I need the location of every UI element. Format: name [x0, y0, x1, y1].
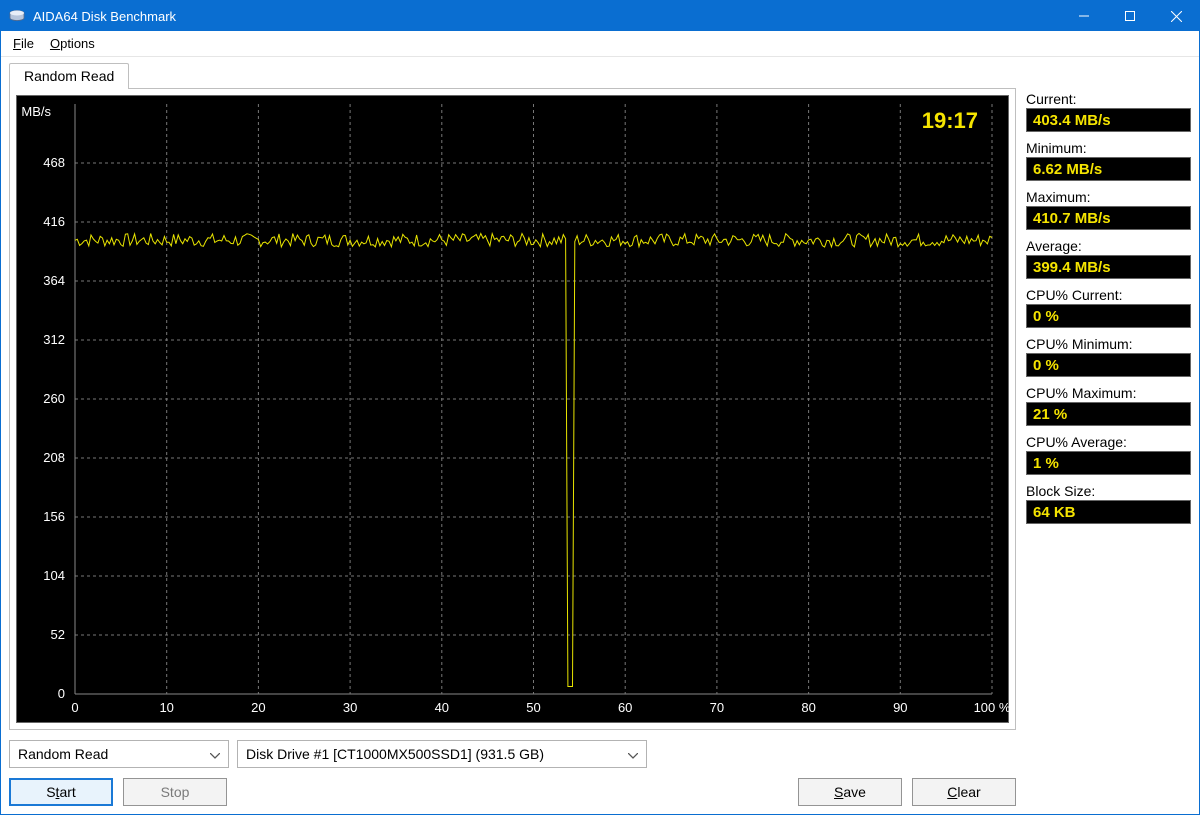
drive-value: Disk Drive #1 [CT1000MX500SSD1] (931.5 G… [246, 746, 544, 762]
chart: MB/s 0 52 104 156 208 260 312 364 416 468 0 10 20 30 40… [16, 95, 1009, 723]
svg-text:60: 60 [618, 700, 632, 715]
current-label: Current: [1026, 91, 1191, 107]
average-value: 399.4 MB/s [1026, 255, 1191, 279]
stop-label: Stop [161, 784, 190, 800]
maximum-label: Maximum: [1026, 189, 1191, 205]
clear-label: Clear [947, 784, 980, 800]
chart-timer: 19:17 [922, 108, 978, 134]
menu-options-accel: O [50, 36, 60, 51]
svg-text:30: 30 [343, 700, 357, 715]
svg-text:312: 312 [43, 332, 65, 347]
menu-options-rest: ptions [60, 36, 95, 51]
cpu-maximum-value: 21 % [1026, 402, 1191, 426]
stop-button[interactable]: Stop [123, 778, 227, 806]
svg-text:100 %: 100 % [974, 700, 1010, 715]
clear-button[interactable]: Clear [912, 778, 1016, 806]
app-icon [9, 10, 25, 22]
start-label: Start [46, 784, 76, 800]
block-size-value: 64 KB [1026, 500, 1191, 524]
cpu-minimum-label: CPU% Minimum: [1026, 336, 1191, 352]
stats-panel: Current: 403.4 MB/s Minimum: 6.62 MB/s M… [1026, 63, 1191, 806]
cpu-minimum-value: 0 % [1026, 353, 1191, 377]
svg-text:104: 104 [43, 568, 65, 583]
minimum-label: Minimum: [1026, 140, 1191, 156]
start-button[interactable]: Start [9, 778, 113, 806]
test-type-dropdown[interactable]: Random Read [9, 740, 229, 768]
svg-text:0: 0 [71, 700, 78, 715]
cpu-maximum-label: CPU% Maximum: [1026, 385, 1191, 401]
svg-text:364: 364 [43, 273, 65, 288]
svg-text:260: 260 [43, 391, 65, 406]
block-size-label: Block Size: [1026, 483, 1191, 499]
svg-text:20: 20 [251, 700, 265, 715]
average-label: Average: [1026, 238, 1191, 254]
maximum-value: 410.7 MB/s [1026, 206, 1191, 230]
tab-strip: Random Read [9, 63, 1016, 89]
svg-text:80: 80 [801, 700, 815, 715]
save-button[interactable]: Save [798, 778, 902, 806]
close-button[interactable] [1153, 1, 1199, 31]
svg-text:416: 416 [43, 214, 65, 229]
svg-text:50: 50 [526, 700, 540, 715]
chart-frame: MB/s 0 52 104 156 208 260 312 364 416 468 0 10 20 30 40… [9, 88, 1016, 730]
cpu-current-label: CPU% Current: [1026, 287, 1191, 303]
svg-text:208: 208 [43, 450, 65, 465]
svg-text:10: 10 [159, 700, 173, 715]
menu-file[interactable]: File [7, 33, 40, 54]
current-value: 403.4 MB/s [1026, 108, 1191, 132]
svg-text:52: 52 [51, 627, 65, 642]
svg-text:40: 40 [435, 700, 449, 715]
svg-text:90: 90 [893, 700, 907, 715]
chevron-down-icon [618, 746, 638, 762]
menu-file-rest: ile [21, 36, 34, 51]
svg-text:MB/s: MB/s [21, 104, 51, 119]
svg-text:156: 156 [43, 509, 65, 524]
cpu-current-value: 0 % [1026, 304, 1191, 328]
svg-text:70: 70 [710, 700, 724, 715]
minimum-value: 6.62 MB/s [1026, 157, 1191, 181]
titlebar[interactable]: AIDA64 Disk Benchmark [1, 1, 1199, 31]
cpu-average-label: CPU% Average: [1026, 434, 1191, 450]
svg-text:468: 468 [43, 155, 65, 170]
test-type-value: Random Read [18, 746, 108, 762]
window-title: AIDA64 Disk Benchmark [33, 9, 1061, 24]
svg-text:0: 0 [58, 686, 65, 701]
menu-file-accel: F [13, 36, 21, 51]
tab-random-read[interactable]: Random Read [9, 63, 129, 89]
save-label: Save [834, 784, 866, 800]
minimize-button[interactable] [1061, 1, 1107, 31]
menubar: File Options [1, 31, 1199, 57]
cpu-average-value: 1 % [1026, 451, 1191, 475]
chart-svg: MB/s 0 52 104 156 208 260 312 364 416 468 0 10 20 30 40… [17, 96, 1010, 724]
chevron-down-icon [200, 746, 220, 762]
maximize-button[interactable] [1107, 1, 1153, 31]
menu-options[interactable]: Options [44, 33, 101, 54]
drive-dropdown[interactable]: Disk Drive #1 [CT1000MX500SSD1] (931.5 G… [237, 740, 647, 768]
